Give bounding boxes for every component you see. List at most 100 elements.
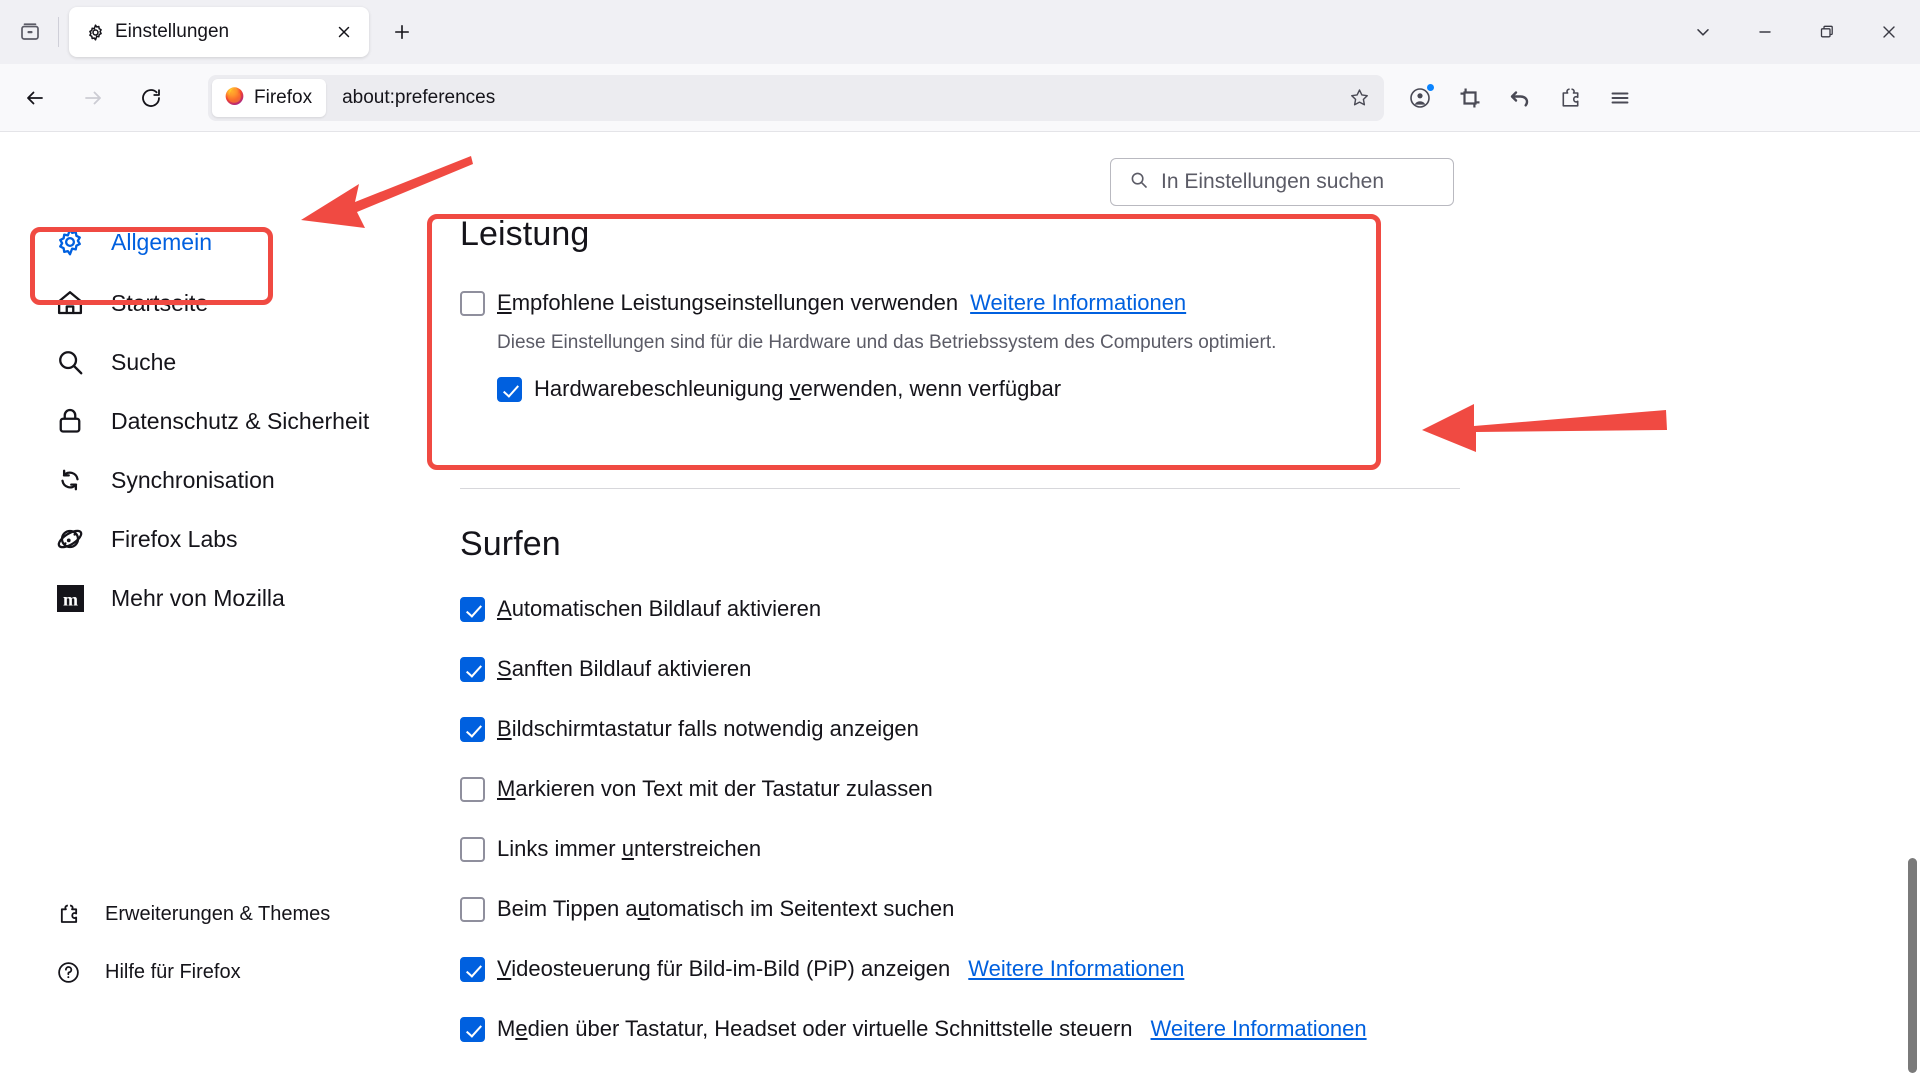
section-divider <box>460 488 1460 489</box>
sidebar-item-label: Mehr von Mozilla <box>111 584 285 611</box>
browsing-option-row: Medien über Tastatur, Headset oder virtu… <box>460 1010 1460 1048</box>
browsing-option-label[interactable]: Videosteuerung für Bild-im-Bild (PiP) an… <box>497 956 950 982</box>
browsing-option-checkbox[interactable] <box>460 776 485 802</box>
weitere-informationen-link[interactable]: Weitere Informationen <box>968 956 1184 982</box>
recommended-performance-label[interactable]: Empfohlene Leistungseinstellungen verwen… <box>497 290 958 316</box>
sidebar-item-label: Firefox Labs <box>111 525 238 552</box>
recommended-performance-row: Empfohlene Leistungseinstellungen verwen… <box>460 284 1460 322</box>
extensions-puzzle-icon[interactable] <box>1546 74 1594 122</box>
sidebar-item-allgemein[interactable]: Allgemein <box>20 219 410 265</box>
toolbar-icons <box>1394 74 1644 122</box>
preferences-sidebar: Allgemein Startseite Suche Datenschutz &… <box>0 133 430 1078</box>
weitere-informationen-link[interactable]: Weitere Informationen <box>970 290 1186 316</box>
firefox-logo-icon <box>224 85 245 111</box>
sidebar-item-mehr-von-mozilla[interactable]: m Mehr von Mozilla <box>20 575 410 621</box>
browsing-option-row: Sanften Bildlauf aktivieren <box>460 650 1460 688</box>
browsing-option-row: Videosteuerung für Bild-im-Bild (PiP) an… <box>460 950 1460 988</box>
account-badge-dot <box>1426 82 1435 92</box>
section-heading-surfen: Surfen <box>460 525 561 563</box>
browsing-option-row: Bildschirmtastatur falls notwendig anzei… <box>460 710 1460 748</box>
sidebar-item-suche[interactable]: Suche <box>20 339 410 385</box>
screenshot-crop-icon[interactable] <box>1446 74 1494 122</box>
search-placeholder: In Einstellungen suchen <box>1161 170 1384 193</box>
identity-chip-label: Firefox <box>254 86 313 108</box>
sidebar-item-label: Startseite <box>111 289 209 316</box>
browsing-option-row: Links immer unterstreichen <box>460 830 1460 868</box>
browsing-option-row: Beim Tippen automatisch im Seitentext su… <box>460 890 1460 928</box>
new-tab-button[interactable] <box>381 11 423 53</box>
browsing-option-label[interactable]: Links immer unterstreichen <box>497 836 761 862</box>
minimize-icon[interactable] <box>1734 0 1796 64</box>
browsing-option-checkbox[interactable] <box>460 656 485 682</box>
browsing-option-label[interactable]: Markieren von Text mit der Tastatur zula… <box>497 776 933 802</box>
forward-arrow-icon[interactable] <box>70 75 116 121</box>
sidebar-item-label: Synchronisation <box>111 466 275 493</box>
browser-window: Einstellungen Firefox about:preferences … <box>0 0 1920 1078</box>
performance-description: Diese Einstellungen sind für die Hardwar… <box>497 332 1277 353</box>
performance-section: Leistung Empfohlene Leistungseinstellung… <box>460 215 1460 408</box>
browsing-option-label[interactable]: Medien über Tastatur, Headset oder virtu… <box>497 1016 1133 1042</box>
browsing-option-row: Markieren von Text mit der Tastatur zula… <box>460 770 1460 808</box>
lock-icon <box>55 406 85 436</box>
address-bar[interactable]: Firefox about:preferences <box>208 74 1384 121</box>
preferences-page: Allgemein Startseite Suche Datenschutz &… <box>0 133 1920 1078</box>
sidebar-item-label: Hilfe für Firefox <box>105 960 241 983</box>
tab-list-icon[interactable] <box>8 10 52 54</box>
restore-icon[interactable] <box>1796 0 1858 64</box>
weitere-informationen-link[interactable]: Weitere Informationen <box>1151 1016 1367 1042</box>
sidebar-item-synchronisation[interactable]: Synchronisation <box>20 457 410 503</box>
sidebar-item-firefox-labs[interactable]: Firefox Labs <box>20 516 410 562</box>
browsing-option-checkbox[interactable] <box>460 1016 485 1042</box>
recommended-performance-checkbox[interactable] <box>460 290 485 316</box>
page-scrollbar[interactable] <box>1904 266 1920 1078</box>
undo-arrow-icon[interactable] <box>1496 74 1544 122</box>
preferences-content: In Einstellungen suchen Leistung Empfohl… <box>430 133 1920 1078</box>
browsing-option-row: Automatischen Bildlauf aktivieren <box>460 590 1460 628</box>
hardware-acceleration-checkbox[interactable] <box>497 376 522 402</box>
account-icon[interactable] <box>1396 74 1444 122</box>
gear-icon <box>85 22 105 42</box>
reload-icon[interactable] <box>128 75 174 121</box>
extensions-puzzle-icon <box>55 901 81 927</box>
search-input[interactable]: In Einstellungen suchen <box>1110 158 1454 206</box>
home-icon <box>55 288 85 318</box>
tabbar-divider <box>58 17 59 47</box>
browsing-option-checkbox[interactable] <box>460 716 485 742</box>
close-icon[interactable] <box>1858 0 1920 64</box>
tab-title: Einstellungen <box>115 21 230 42</box>
url-text: about:preferences <box>342 86 496 108</box>
close-icon[interactable] <box>329 17 359 47</box>
bookmark-star-icon[interactable] <box>1340 79 1378 117</box>
browsing-option-label[interactable]: Beim Tippen automatisch im Seitentext su… <box>497 896 954 922</box>
search-icon <box>55 347 85 377</box>
navigation-toolbar: Firefox about:preferences <box>0 64 1920 132</box>
hardware-acceleration-label[interactable]: Hardwarebeschleunigung verwenden, wenn v… <box>534 376 1061 402</box>
help-circle-icon <box>55 959 81 985</box>
svg-text:m: m <box>63 589 78 609</box>
browsing-option-checkbox[interactable] <box>460 596 485 622</box>
browsing-option-checkbox[interactable] <box>460 896 485 922</box>
sidebar-item-datenschutz-sicherheit[interactable]: Datenschutz & Sicherheit <box>20 398 410 444</box>
mozilla-m-icon: m <box>55 583 85 613</box>
browsing-option-label[interactable]: Sanften Bildlauf aktivieren <box>497 656 751 682</box>
browsing-option-checkbox[interactable] <box>460 836 485 862</box>
browsing-section: Surfen Automatischen Bildlauf aktivieren… <box>460 525 1460 1048</box>
sidebar-item-label: Suche <box>111 348 177 375</box>
hamburger-menu-icon[interactable] <box>1596 74 1644 122</box>
browsing-option-label[interactable]: Automatischen Bildlauf aktivieren <box>497 596 821 622</box>
sidebar-item-hilfe-fuer-firefox[interactable]: Hilfe für Firefox <box>20 950 410 994</box>
tab-bar: Einstellungen <box>0 0 1920 64</box>
chevron-down-icon[interactable] <box>1672 0 1734 64</box>
scrollbar-thumb[interactable] <box>1908 858 1917 1073</box>
search-icon <box>1129 170 1149 195</box>
browsing-option-label[interactable]: Bildschirmtastatur falls notwendig anzei… <box>497 716 919 742</box>
back-arrow-icon[interactable] <box>12 75 58 121</box>
browsing-option-checkbox[interactable] <box>460 956 485 982</box>
sidebar-item-erweiterungen-themes[interactable]: Erweiterungen & Themes <box>20 892 410 936</box>
atom-icon <box>55 524 85 554</box>
sidebar-item-startseite[interactable]: Startseite <box>20 280 410 326</box>
browser-tab[interactable]: Einstellungen <box>69 7 369 57</box>
firefox-identity-chip[interactable]: Firefox <box>212 78 327 117</box>
gear-icon <box>55 227 85 257</box>
hardware-acceleration-row: Hardwarebeschleunigung verwenden, wenn v… <box>497 370 1460 408</box>
